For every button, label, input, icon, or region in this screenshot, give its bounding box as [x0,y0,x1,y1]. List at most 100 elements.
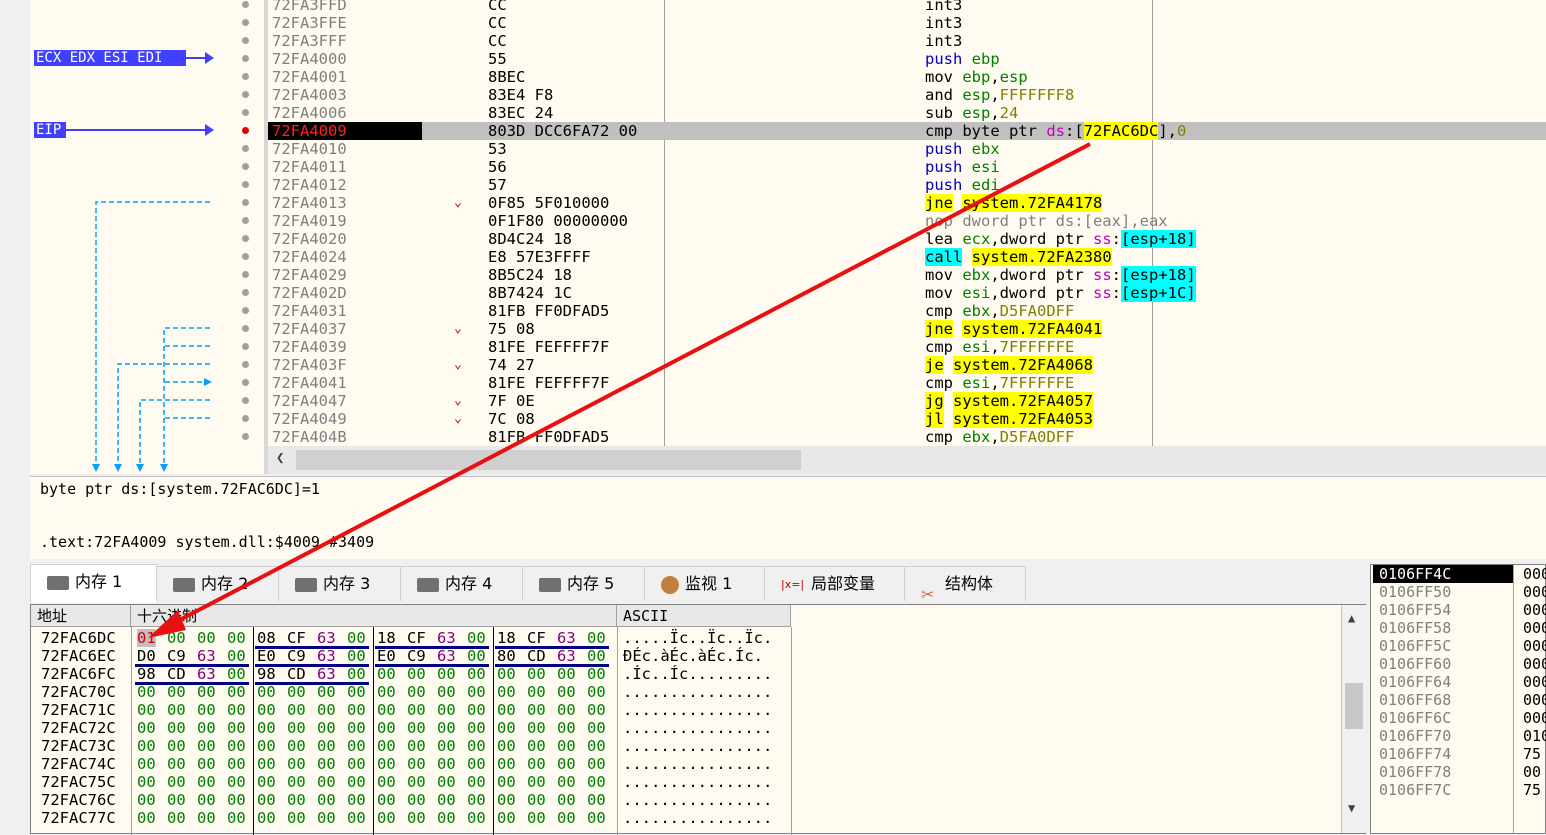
tab-5[interactable]: 内存 5 [522,566,646,601]
dump-byte[interactable]: 00 [197,809,216,827]
breakpoint-dot-icon[interactable] [242,19,249,26]
dump-byte[interactable]: 00 [437,737,456,755]
breakpoint-dot-icon[interactable] [242,415,249,422]
dump-byte[interactable]: 80 [497,647,516,665]
stack-row[interactable]: 0106FF78 00 [1371,763,1546,781]
stack-row[interactable]: 0106FF4C 000 [1371,565,1546,583]
stack-row[interactable]: 0106FF6C 000 [1371,709,1546,727]
dump-byte[interactable]: 00 [407,755,426,773]
dump-byte[interactable]: 00 [167,719,186,737]
dump-byte[interactable]: 00 [167,683,186,701]
dump-byte[interactable]: 00 [167,701,186,719]
dump-byte[interactable]: 00 [467,791,486,809]
dump-byte[interactable]: D0 [137,647,156,665]
dump-byte[interactable]: 00 [227,629,246,647]
dump-byte[interactable]: 00 [317,701,336,719]
dump-byte[interactable]: 00 [227,809,246,827]
scrollbar-thumb[interactable] [1345,683,1363,729]
dump-row[interactable]: 72FAC75C 00 00 00 00 00 00 00 00 00 00 00 00 00 00 00 00… [31,773,1331,791]
dump-byte[interactable]: 00 [467,809,486,827]
dump-byte[interactable]: 00 [317,809,336,827]
breakpoint-dot-icon[interactable] [242,433,249,440]
dump-byte[interactable]: E0 [377,647,396,665]
dump-byte[interactable]: 00 [407,773,426,791]
dump-byte[interactable]: 00 [257,701,276,719]
stack-row[interactable]: 0106FF74 75 [1371,745,1546,763]
dump-byte[interactable]: 63 [317,629,336,647]
instruction-row[interactable]: 72FA402D 8B7424 1C mov esi,dword ptr ss:[e… [268,284,1546,302]
breakpoint-dot-icon[interactable] [242,91,249,98]
instruction-row[interactable]: 72FA4012 57 push edi [268,176,1546,194]
dump-byte[interactable]: 00 [257,737,276,755]
dump-byte[interactable]: 00 [407,665,426,683]
dump-byte[interactable]: 00 [437,701,456,719]
dump-byte[interactable]: 00 [467,629,486,647]
dump-byte[interactable]: 00 [137,809,156,827]
breakpoint-column[interactable] [236,0,264,446]
dump-byte[interactable]: 00 [437,719,456,737]
dump-byte[interactable]: 00 [437,773,456,791]
breakpoint-dot-icon[interactable] [242,1,249,8]
dump-byte[interactable]: 00 [137,791,156,809]
dump-byte[interactable]: 00 [437,809,456,827]
dump-byte[interactable]: 00 [587,791,606,809]
dump-byte[interactable]: 00 [557,683,576,701]
dump-row[interactable]: 72FAC6DC 01 00 00 00 08 CF 63 00 18 CF 63 00 18 CF 63 00… [31,629,1331,647]
breakpoint-dot-icon[interactable] [242,289,249,296]
dump-byte[interactable]: 00 [407,737,426,755]
tab-4[interactable]: 内存 4 [400,566,524,601]
instruction-row[interactable]: 72FA4047 ⌄ 7F 0E jg system.72FA4057 [268,392,1546,410]
dump-byte[interactable]: 00 [377,719,396,737]
dump-byte[interactable]: 00 [167,791,186,809]
dump-byte[interactable]: 00 [287,701,306,719]
stack-row[interactable]: 0106FF7C 75 [1371,781,1546,799]
dump-byte[interactable]: C9 [167,647,186,665]
dump-byte[interactable]: 00 [197,701,216,719]
dump-byte[interactable]: 00 [167,737,186,755]
scroll-down-icon[interactable]: ▼ [1348,801,1355,815]
vertical-scrollbar[interactable]: ▲ ▼ [1341,605,1366,833]
dump-byte[interactable]: 00 [437,791,456,809]
instruction-row[interactable]: 72FA4010 53 push ebx [268,140,1546,158]
dump-byte[interactable]: 00 [287,737,306,755]
dump-byte[interactable]: 00 [497,683,516,701]
tab-7[interactable]: |x=| 局部变量 [764,566,906,601]
dump-byte[interactable]: 00 [287,809,306,827]
dump-byte[interactable]: CF [407,629,426,647]
breakpoint-dot-icon[interactable] [242,271,249,278]
dump-byte[interactable]: 98 [137,665,156,683]
dump-byte[interactable]: 00 [437,665,456,683]
breakpoint-dot-icon[interactable] [242,379,249,386]
dump-byte[interactable]: 00 [587,809,606,827]
dump-byte[interactable]: 00 [407,701,426,719]
dump-byte[interactable]: 63 [317,647,336,665]
dump-byte[interactable]: 00 [227,791,246,809]
dump-byte[interactable]: CF [527,629,546,647]
dump-byte[interactable]: 00 [347,665,366,683]
dump-byte[interactable]: 00 [527,755,546,773]
tab-6[interactable]: 监视 1 [644,566,766,601]
dump-byte[interactable]: 00 [587,755,606,773]
dump-byte[interactable]: 00 [497,773,516,791]
dump-byte[interactable]: 00 [377,809,396,827]
dump-byte[interactable]: 00 [497,737,516,755]
instruction-row[interactable]: 72FA3FFF CC int3 [268,32,1546,50]
dump-byte[interactable]: 00 [437,683,456,701]
instruction-row[interactable]: 72FA4041 81FE FEFFFF7F cmp esi,7FFFFFFE [268,374,1546,392]
dump-byte[interactable]: 00 [317,791,336,809]
dump-byte[interactable]: 00 [527,737,546,755]
dump-byte[interactable]: 00 [227,773,246,791]
dump-byte[interactable]: 00 [287,791,306,809]
dump-byte[interactable]: 00 [287,719,306,737]
dump-byte[interactable]: 00 [347,629,366,647]
instruction-row[interactable]: 72FA4031 81FB FF0DFAD5 cmp ebx,D5FA0DFF [268,302,1546,320]
instruction-row[interactable]: 72FA403F ⌄ 74 27 je system.72FA4068 [268,356,1546,374]
dump-byte[interactable]: 00 [587,629,606,647]
dump-row[interactable]: 72FAC6EC D0 C9 63 00 E0 C9 63 00 E0 C9 63 00 80 CD 63 00… [31,647,1331,665]
dump-byte[interactable]: 00 [497,809,516,827]
dump-byte[interactable]: 00 [377,755,396,773]
breakpoint-dot-icon[interactable] [242,307,249,314]
dump-byte[interactable]: 00 [527,791,546,809]
dump-byte[interactable]: 98 [257,665,276,683]
dump-byte[interactable]: 63 [197,647,216,665]
